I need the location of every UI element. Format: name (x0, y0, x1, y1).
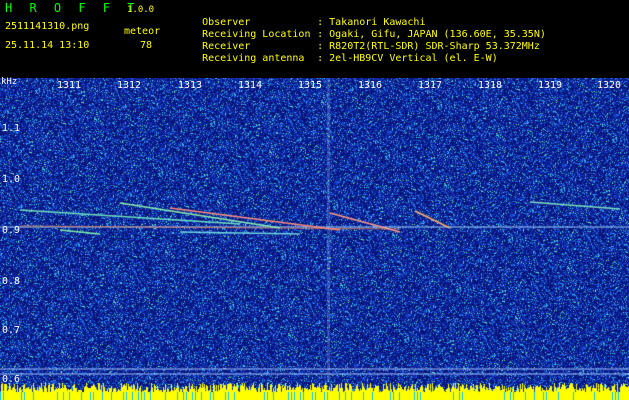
frequency-label: 1.1 (2, 123, 21, 134)
frequency-label: 0.6 (2, 374, 21, 385)
info-value: : 2el-HB9CV Vertical (el. E-W) (317, 53, 498, 64)
header-panel: H R O F F T 1.0.0 2511141310.png 25.11.1… (0, 0, 629, 78)
meteor-count-value: 78 (140, 40, 153, 51)
minute-label: 1318 (478, 80, 503, 91)
frequency-unit-label: kHz (1, 77, 18, 87)
info-key: Receiving antenna (202, 53, 305, 64)
frequency-label: 0.7 (2, 325, 21, 336)
frequency-label: 1.0 (2, 174, 21, 185)
info-row-antenna: Receiving antenna : 2el-HB9CV Vertical (e… (178, 41, 498, 77)
spectrogram-canvas (0, 78, 629, 400)
minute-label: 1317 (418, 80, 443, 91)
frequency-label: 0.9 (2, 225, 21, 236)
minute-label: 1311 (57, 80, 82, 91)
app-title: H R O F F T (5, 1, 140, 15)
minute-label: 1319 (538, 80, 563, 91)
minute-label: 1316 (358, 80, 383, 91)
observation-datetime: 25.11.14 13:10 (5, 40, 90, 51)
minute-label: 1313 (178, 80, 203, 91)
frequency-label: 0.8 (2, 276, 21, 287)
meteor-count-label: meteor (124, 26, 161, 37)
minute-label: 1314 (238, 80, 263, 91)
minute-label: 1320 (597, 80, 622, 91)
minute-label: 1315 (298, 80, 323, 91)
app-version: 1.0.0 (127, 5, 155, 15)
image-filename: 2511141310.png (5, 21, 90, 32)
minute-label: 1312 (117, 80, 142, 91)
